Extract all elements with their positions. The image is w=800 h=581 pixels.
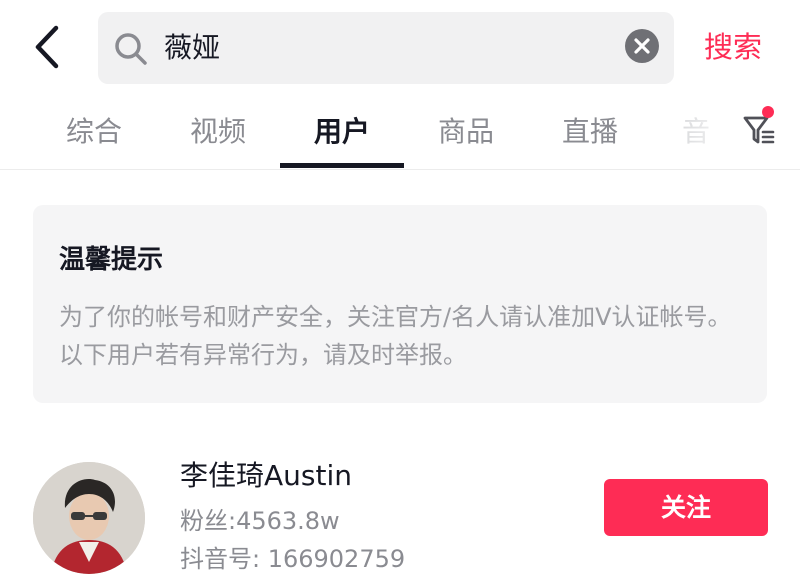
avatar[interactable] bbox=[33, 462, 145, 574]
filter-icon bbox=[743, 116, 775, 144]
tab-users[interactable]: 用户 bbox=[296, 106, 388, 158]
user-douyin-id: 抖音号: 166902759 bbox=[180, 545, 406, 573]
chevron-left-icon bbox=[35, 25, 59, 69]
notice-title: 温馨提示 bbox=[59, 245, 164, 275]
search-icon bbox=[112, 30, 150, 68]
notice-body: 为了你的帐号和财产安全，关注官方/名人请认准加V认证帐号。以下用户若有异常行为，… bbox=[59, 303, 732, 369]
search-submit-button[interactable]: 搜索 bbox=[704, 24, 762, 70]
tab-divider bbox=[0, 169, 800, 170]
avatar-image bbox=[33, 462, 145, 574]
tab-videos[interactable]: 视频 bbox=[172, 106, 264, 158]
tab-products[interactable]: 商品 bbox=[420, 106, 512, 158]
clear-circle-icon bbox=[625, 29, 659, 63]
filter-button[interactable] bbox=[742, 112, 776, 148]
tab-live[interactable]: 直播 bbox=[544, 106, 636, 158]
filter-badge-dot bbox=[762, 106, 774, 118]
back-button[interactable] bbox=[28, 22, 72, 72]
active-tab-indicator bbox=[280, 163, 404, 168]
search-input[interactable]: 薇娅 bbox=[164, 26, 220, 70]
follow-button[interactable]: 关注 bbox=[604, 479, 768, 536]
user-name[interactable]: 李佳琦Austin bbox=[180, 455, 352, 497]
tab-scroll-fade bbox=[650, 104, 730, 164]
clear-search-button[interactable] bbox=[624, 28, 660, 64]
tab-comprehensive[interactable]: 综合 bbox=[48, 106, 140, 158]
user-fans-count: 粉丝:4563.8w bbox=[180, 507, 340, 535]
